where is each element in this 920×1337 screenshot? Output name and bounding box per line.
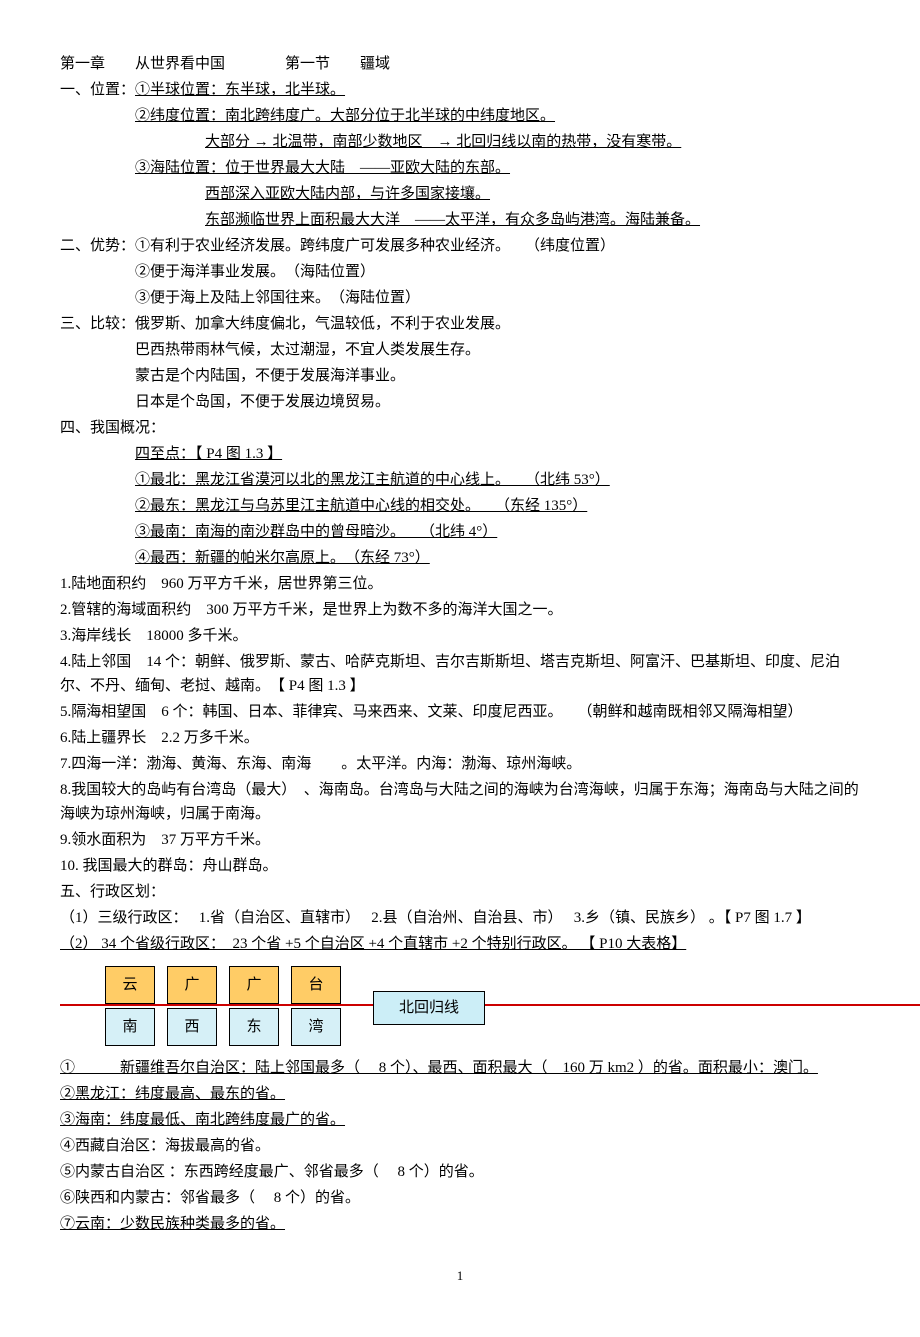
note-6: ⑥陕西和内蒙古：邻省最多（ 8 个）的省。 [60,1186,860,1210]
section-3: 三、比较：俄罗斯、加拿大纬度偏北，气温较低，不利于农业发展。 [60,312,860,336]
s5-item1: （1）三级行政区： 1.省（自治区、直辖市） 2.县（自治州、自治县、市） 3.… [60,906,860,930]
point-1: 1.陆地面积约 960 万平方千米，居世界第三位。 [60,572,860,596]
n1b: 新疆维吾尔自治区：陆上邻国最多（ 8 个）、最西、面积最大（ 160 万 km2… [75,1060,818,1076]
s4-subhead: 四至点：【 P4 图 1.3 】 [135,446,282,462]
s4-item3: ③最南：南海的南沙群岛中的曾母暗沙。 （北纬 4°） [135,524,497,540]
section-5-head: 五、行政区划： [60,880,860,904]
page-number: 1 [60,1266,860,1287]
box-bot-0: 南 [105,1008,155,1046]
s1-item1: ①半球位置：东半球，北半球。 [135,82,345,98]
box-top-1: 广 [167,966,217,1004]
point-2: 2.管辖的海域面积约 300 万平方千米，是世界上为数不多的海洋大国之一。 [60,598,860,622]
s5-item2: （2） 34 个省级行政区： 23 个省 +5 个自治区 +4 个直辖市 +2 … [60,936,686,952]
point-7: 7.四海一洋：渤海、黄海、东海、南海 。太平洋。内海：渤海、琼州海峡。 [60,752,860,776]
s3-item2: 巴西热带雨林气候，太过潮湿，不宜人类发展生存。 [60,338,860,362]
s2-item2: ②便于海洋事业发展。 （海陆位置） [60,260,860,284]
s4-item2: ②最东：黑龙江与乌苏里江主航道中心线的相交处。 （东经 135°） [135,498,587,514]
point-9: 9.领水面积为 37 万平方千米。 [60,828,860,852]
chapter-title: 第一章 从世界看中国 第一节 疆域 [60,52,860,76]
note-4: ④西藏自治区：海拔最高的省。 [60,1134,860,1158]
s1-item3b: 西部深入亚欧大陆内部，与许多国家接壤。 [205,186,490,202]
s4-item4: ④最西：新疆的帕米尔高原上。 （东经 73°） [135,550,430,566]
s1-item3c: 东部濒临世界上面积最大大洋 ——太平洋，有众多岛屿港湾。海陆兼备。 [205,212,700,228]
box-bot-1: 西 [167,1008,217,1046]
section-4-head: 四、我国概况： [60,416,860,440]
s3-item1: 俄罗斯、加拿大纬度偏北，气温较低，不利于农业发展。 [135,316,510,332]
box-col-0: 云 南 [105,966,155,1046]
box-col-3: 台 湾 [291,966,341,1046]
s1-item3: ③海陆位置：位于世界最大大陆 ——亚欧大陆的东部。 [135,160,510,176]
box-bot-2: 东 [229,1008,279,1046]
s2-head: 二、优势： [60,238,135,254]
note-1: ① 新疆维吾尔自治区：陆上邻国最多（ 8 个）、最西、面积最大（ 160 万 k… [60,1056,860,1080]
box-top-3: 台 [291,966,341,1004]
tropic-label: 北回归线 [373,991,485,1025]
s1-head: 一、位置： [60,82,135,98]
point-4: 4.陆上邻国 14 个：朝鲜、俄罗斯、蒙古、哈萨克斯坦、吉尔吉斯斯坦、塔吉克斯坦… [60,650,860,698]
s2-item1: ①有利于农业经济发展。跨纬度广可发展多种农业经济。 （纬度位置） [135,238,615,254]
province-boxes: 云 南 广 西 广 东 台 湾 北回归线 [105,966,860,1046]
point-10: 10. 我国最大的群岛：舟山群岛。 [60,854,860,878]
s3-item4: 日本是个岛国，不便于发展边境贸易。 [60,390,860,414]
s1-item2b: 大部分 → 北温带，南部少数地区 → 北回归线以南的热带，没有寒带。 [205,134,681,150]
note-3: ③海南：纬度最低、南北跨纬度最广的省。 [60,1112,345,1128]
s4-item1: ①最北：黑龙江省漠河以北的黑龙江主航道的中心线上。 （北纬 53°） [135,472,610,488]
s3-head: 三、比较： [60,316,135,332]
box-top-2: 广 [229,966,279,1004]
n1a: ① [60,1060,75,1076]
point-8: 8.我国较大的岛屿有台湾岛（最大） 、海南岛。台湾岛与大陆之间的海峡为台湾海峡，… [60,778,860,826]
point-6: 6.陆上疆界长 2.2 万多千米。 [60,726,860,750]
point-3: 3.海岸线长 18000 多千米。 [60,624,860,648]
box-col-2: 广 东 [229,966,279,1046]
point-5: 5.隔海相望国 6 个：韩国、日本、菲律宾、马来西来、文莱、印度尼西亚。 （朝鲜… [60,700,860,724]
box-top-0: 云 [105,966,155,1004]
s1-item2: ②纬度位置：南北跨纬度广。大部分位于北半球的中纬度地区。 [135,108,555,124]
s3-item3: 蒙古是个内陆国，不便于发展海洋事业。 [60,364,860,388]
s2-item3: ③便于海上及陆上邻国往来。 （海陆位置） [60,286,860,310]
box-col-1: 广 西 [167,966,217,1046]
note-5: ⑤内蒙古自治区 ：东西跨经度最广、邻省最多（ 8 个）的省。 [60,1160,860,1184]
section-1: 一、位置：①半球位置：东半球，北半球。 [60,78,860,102]
note-7: ⑦云南：少数民族种类最多的省。 [60,1216,285,1232]
section-2: 二、优势：①有利于农业经济发展。跨纬度广可发展多种农业经济。 （纬度位置） [60,234,860,258]
note-2: ②黑龙江：纬度最高、最东的省。 [60,1086,285,1102]
box-bot-3: 湾 [291,1008,341,1046]
